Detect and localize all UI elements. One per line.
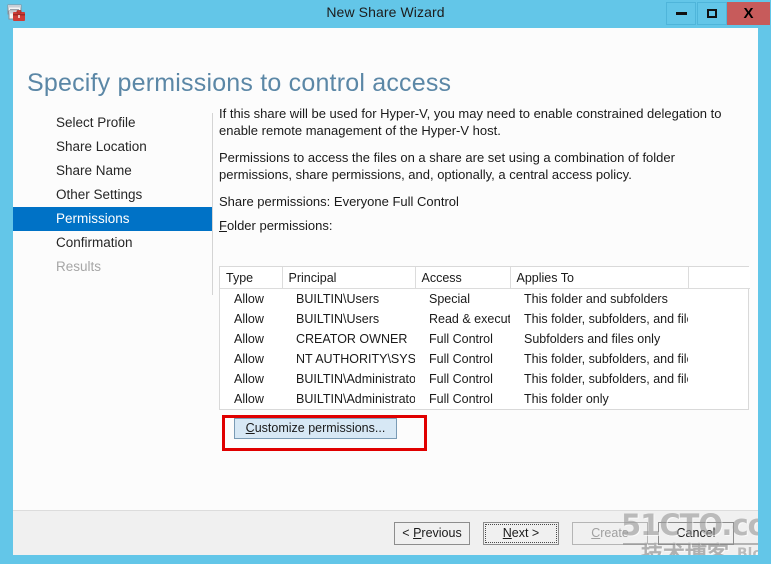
cell-type: Allow xyxy=(234,352,264,366)
cell-applies-to: This folder, subfolders, and files xyxy=(524,372,688,386)
minimize-button[interactable] xyxy=(666,2,696,25)
sidebar-item-label: Other Settings xyxy=(56,187,143,202)
next-label: ext > xyxy=(511,526,540,540)
cell-applies-to: This folder and subfolders xyxy=(524,292,668,306)
sidebar-item-results: Results xyxy=(13,255,213,279)
create-accel: C xyxy=(591,526,601,540)
cell-principal: BUILTIN\Users xyxy=(296,312,380,326)
folder-permissions-label-rest: older permissions: xyxy=(226,218,333,233)
cell-access: Special xyxy=(429,292,470,306)
sidebar-item-select-profile[interactable]: Select Profile xyxy=(13,111,213,135)
customize-permissions-accel: C xyxy=(245,421,255,435)
table-header-row: Type Principal Access Applies To xyxy=(220,267,750,289)
previous-label: revious xyxy=(421,526,462,540)
cell-blank xyxy=(688,369,750,389)
maximize-button[interactable] xyxy=(697,2,727,25)
maximize-icon xyxy=(707,9,717,18)
sidebar-item-confirmation[interactable]: Confirmation xyxy=(13,231,213,255)
close-button[interactable]: X xyxy=(727,2,770,25)
cell-type: Allow xyxy=(234,332,264,346)
cell-principal: BUILTIN\Administrators xyxy=(296,372,415,386)
permissions-intro-paragraph: Permissions to access the files on a sha… xyxy=(219,150,675,182)
sidebar-item-label: Permissions xyxy=(56,211,130,226)
previous-prefix: < xyxy=(402,526,414,540)
hyperv-note-paragraph: If this share will be used for Hyper-V, … xyxy=(219,106,722,138)
customize-permissions-label: ustomize permissions... xyxy=(254,421,386,435)
wizard-step-nav: Select Profile Share Location Share Name… xyxy=(13,111,213,311)
cell-access: Read & execute xyxy=(429,312,510,326)
share-permissions-value: Everyone Full Control xyxy=(333,194,459,209)
share-permissions-label: Share permissions: xyxy=(219,194,331,209)
window-title: New Share Wizard xyxy=(326,4,445,20)
folder-permissions-label: Folder permissions: xyxy=(219,218,749,233)
sidebar-item-label: Share Name xyxy=(56,163,132,178)
table-row[interactable]: Allow BUILTIN\Administrators Full Contro… xyxy=(220,389,750,409)
cell-principal: NT AUTHORITY\SYSTEM xyxy=(296,352,415,366)
column-header-blank[interactable] xyxy=(688,267,750,289)
create-button: Create xyxy=(572,522,648,545)
previous-button[interactable]: < Previous xyxy=(394,522,470,545)
cell-access: Full Control xyxy=(429,372,493,386)
cancel-label: Cancel xyxy=(676,526,716,540)
sidebar-item-share-name[interactable]: Share Name xyxy=(13,159,213,183)
cell-access: Full Control xyxy=(429,392,493,406)
sidebar-item-permissions[interactable]: Permissions xyxy=(13,207,213,231)
table-row[interactable]: Allow BUILTIN\Administrators Full Contro… xyxy=(220,369,750,389)
wizard-client-area: Specify permissions to control access Se… xyxy=(13,28,758,555)
folder-permissions-table[interactable]: Type Principal Access Applies To Allow B… xyxy=(219,266,750,410)
column-header-access[interactable]: Access xyxy=(415,267,511,289)
cell-applies-to: Subfolders and files only xyxy=(524,332,661,346)
share-permissions-line: Share permissions: Everyone Full Control xyxy=(219,194,749,209)
sidebar-item-other-settings[interactable]: Other Settings xyxy=(13,183,213,207)
next-button[interactable]: Next > xyxy=(483,522,559,545)
sidebar-item-label: Results xyxy=(56,259,102,274)
title-bar: New Share Wizard X xyxy=(0,0,771,27)
folder-permissions-accel: F xyxy=(219,218,227,233)
cell-type: Allow xyxy=(234,292,264,306)
cell-principal: CREATOR OWNER xyxy=(296,332,408,346)
cell-blank xyxy=(688,329,750,349)
column-header-applies-to[interactable]: Applies To xyxy=(510,267,689,289)
column-header-principal[interactable]: Principal xyxy=(282,267,416,289)
cell-blank xyxy=(688,389,750,409)
cell-principal: BUILTIN\Users xyxy=(296,292,380,306)
cell-blank xyxy=(688,309,750,329)
wizard-window: New Share Wizard X Specify permissions t… xyxy=(0,0,771,564)
sidebar-item-label: Share Location xyxy=(56,139,147,154)
customize-permissions-button[interactable]: Customize permissions... xyxy=(234,418,397,439)
cell-type: Allow xyxy=(234,312,264,326)
table-row[interactable]: Allow BUILTIN\Users Read & execute This … xyxy=(220,309,750,329)
table-row[interactable]: Allow NT AUTHORITY\SYSTEM Full Control T… xyxy=(220,349,750,369)
cell-access: Full Control xyxy=(429,352,493,366)
create-label: reate xyxy=(600,526,629,540)
cell-applies-to: This folder, subfolders, and files xyxy=(524,312,688,326)
cell-applies-to: This folder, subfolders, and files xyxy=(524,352,688,366)
wizard-footer: < Previous Next > Create Cancel xyxy=(13,510,758,555)
page-title: Specify permissions to control access xyxy=(27,68,452,97)
cell-principal: BUILTIN\Administrators xyxy=(296,392,415,406)
cell-blank xyxy=(688,289,750,310)
cell-type: Allow xyxy=(234,392,264,406)
main-content: If this share will be used for Hyper-V, … xyxy=(219,106,749,238)
cell-blank xyxy=(688,349,750,369)
cell-type: Allow xyxy=(234,372,264,386)
column-header-type[interactable]: Type xyxy=(220,267,283,289)
sidebar-item-label: Confirmation xyxy=(56,235,133,250)
sidebar-divider xyxy=(212,113,213,295)
cancel-button[interactable]: Cancel xyxy=(658,522,734,545)
sidebar-item-label: Select Profile xyxy=(56,115,136,130)
next-accel: N xyxy=(502,526,512,540)
minimize-icon xyxy=(675,12,687,15)
cell-access: Full Control xyxy=(429,332,493,346)
table-row[interactable]: Allow BUILTIN\Users Special This folder … xyxy=(220,289,750,310)
table-row[interactable]: Allow CREATOR OWNER Full Control Subfold… xyxy=(220,329,750,349)
close-icon: X xyxy=(743,5,754,22)
sidebar-item-share-location[interactable]: Share Location xyxy=(13,135,213,159)
cell-applies-to: This folder only xyxy=(524,392,609,406)
